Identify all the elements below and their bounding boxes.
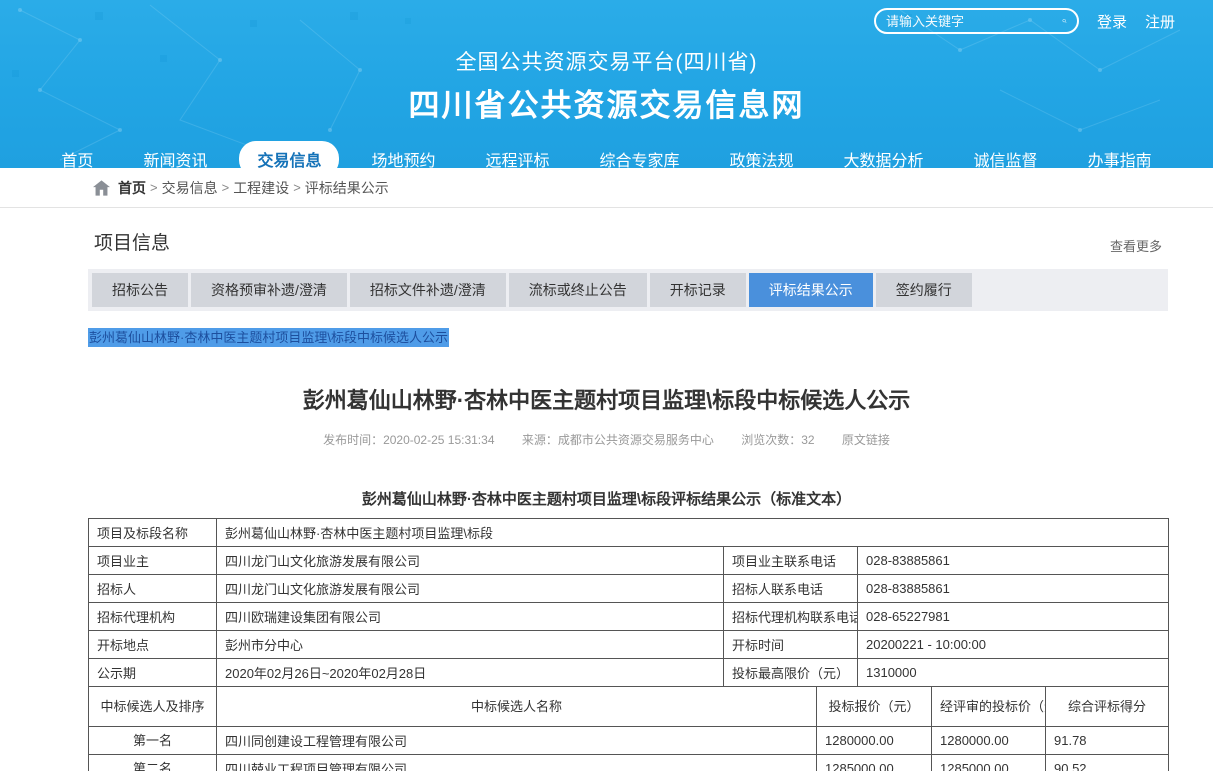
row-label2: 招标代理机构联系电话 [724,603,858,631]
candidate-rank: 第二名 [89,755,217,771]
nav-item-home[interactable]: 首页 [43,141,111,168]
row-label2: 投标最高限价（元） [724,659,858,687]
candidate-header-row: 中标候选人及排序 中标候选人名称 投标报价（元） 经评审的投标价（元） 综合评标… [89,687,1169,727]
article-meta: 发布时间：2020-02-25 15:31:34 来源：成都市公共资源交易服务中… [0,431,1213,448]
tab-bid-announcement[interactable]: 招标公告 [92,273,188,307]
breadcrumb-trade-info[interactable]: 交易信息 [162,178,218,198]
table-row: 招标代理机构 四川欧瑞建设集团有限公司 招标代理机构联系电话 028-65227… [89,603,1169,631]
row-label: 开标地点 [89,631,217,659]
table-row: 项目业主 四川龙门山文化旅游发展有限公司 项目业主联系电话 028-838858… [89,547,1169,575]
row-label: 项目业主 [89,547,217,575]
home-icon[interactable] [93,180,110,196]
project-section-head: 项目信息 查看更多 [88,208,1168,269]
row-value2: 028-83885861 [858,547,1169,575]
nav-item-news[interactable]: 新闻资讯 [125,141,225,168]
result-table-wrap: 项目及标段名称 彭州葛仙山林野·杏林中医主题村项目监理\标段 项目业主 四川龙门… [88,518,1168,771]
nav-item-bigdata[interactable]: 大数据分析 [826,141,942,168]
table-row: 项目及标段名称 彭州葛仙山林野·杏林中医主题村项目监理\标段 [89,519,1169,547]
candidate-reviewed-bid: 1280000.00 [932,727,1046,755]
candidate-rank: 第一名 [89,727,217,755]
breadcrumb-engineering[interactable]: 工程建设 [233,178,289,198]
main-nav: 首页 新闻资讯 交易信息 场地预约 远程评标 综合专家库 政策法规 大数据分析 … [0,141,1213,168]
announcement-link-selected[interactable]: 彭州葛仙山林野·杏林中医主题村项目监理\标段中标候选人公示 [88,328,449,347]
nav-item-venue-booking[interactable]: 场地预约 [353,141,453,168]
breadcrumb-separator: > [293,180,301,195]
view-count: 浏览次数：32 [741,433,814,447]
candidate-score: 90.52 [1046,755,1169,771]
content-area: 项目信息 查看更多 招标公告 资格预审补遗/澄清 招标文件补遗/澄清 流标或终止… [88,208,1168,347]
table-row: 公示期 2020年02月26日~2020年02月28日 投标最高限价（元） 13… [89,659,1169,687]
article-title: 彭州葛仙山林野·杏林中医主题村项目监理\标段中标候选人公示 [0,383,1213,415]
row-value: 彭州葛仙山林野·杏林中医主题村项目监理\标段 [217,519,1169,547]
row-label: 公示期 [89,659,217,687]
breadcrumb-home[interactable]: 首页 [118,178,146,198]
breadcrumb-separator: > [150,180,158,195]
breadcrumb-evaluation-result[interactable]: 评标结果公示 [305,178,389,198]
row-value2: 028-83885861 [858,575,1169,603]
nav-item-policy[interactable]: 政策法规 [712,141,812,168]
row-label2: 招标人联系电话 [724,575,858,603]
candidate-reviewed-bid: 1285000.00 [932,755,1046,771]
search-box[interactable] [874,8,1079,34]
row-label: 招标人 [89,575,217,603]
tab-evaluation-result[interactable]: 评标结果公示 [749,273,873,307]
candidate-name: 四川同创建设工程管理有限公司 [217,727,817,755]
col-header-score: 综合评标得分 [1046,687,1169,727]
row-value: 四川欧瑞建设集团有限公司 [217,603,724,631]
row-label2: 项目业主联系电话 [724,547,858,575]
tab-failed-or-terminated[interactable]: 流标或终止公告 [509,273,647,307]
original-link[interactable]: 原文链接 [842,433,890,447]
nav-item-remote-evaluation[interactable]: 远程评标 [467,141,567,168]
search-icon[interactable] [1062,12,1067,30]
view-more-link[interactable]: 查看更多 [1110,236,1162,255]
nav-item-integrity[interactable]: 诚信监督 [956,141,1056,168]
row-value: 彭州市分中心 [217,631,724,659]
project-tabs: 招标公告 资格预审补遗/澄清 招标文件补遗/澄清 流标或终止公告 开标记录 评标… [88,269,1168,311]
row-value2: 028-65227981 [858,603,1169,631]
tab-bid-document-addendum[interactable]: 招标文件补遗/澄清 [350,273,506,307]
row-value: 四川龙门山文化旅游发展有限公司 [217,575,724,603]
site-header: 登录 注册 全国公共资源交易平台(四川省) 四川省公共资源交易信息网 首页 新闻… [0,0,1213,168]
register-link[interactable]: 注册 [1145,11,1175,32]
nav-item-expert-pool[interactable]: 综合专家库 [582,141,698,168]
row-label: 项目及标段名称 [89,519,217,547]
row-value2: 20200221 - 10:00:00 [858,631,1169,659]
tab-bid-opening-record[interactable]: 开标记录 [650,273,746,307]
tab-prequalification-addendum[interactable]: 资格预审补遗/澄清 [191,273,347,307]
table-row: 招标人 四川龙门山文化旅游发展有限公司 招标人联系电话 028-83885861 [89,575,1169,603]
platform-title: 全国公共资源交易平台(四川省) [0,46,1213,76]
candidate-bid: 1280000.00 [817,727,932,755]
site-title: 四川省公共资源交易信息网 [0,80,1213,125]
row-value2: 1310000 [858,659,1169,687]
announcement-list: 彭州葛仙山林野·杏林中医主题村项目监理\标段中标候选人公示 [88,327,1168,347]
row-value: 四川龙门山文化旅游发展有限公司 [217,547,724,575]
login-link[interactable]: 登录 [1097,11,1127,32]
breadcrumb-separator: > [222,180,230,195]
row-label2: 开标时间 [724,631,858,659]
col-header-rank: 中标候选人及排序 [89,687,217,727]
search-input[interactable] [886,14,1062,29]
col-header-bid: 投标报价（元） [817,687,932,727]
evaluation-result-table: 项目及标段名称 彭州葛仙山林野·杏林中医主题村项目监理\标段 项目业主 四川龙门… [88,518,1169,771]
candidate-row: 第一名 四川同创建设工程管理有限公司 1280000.00 1280000.00… [89,727,1169,755]
col-header-name: 中标候选人名称 [217,687,817,727]
publish-time: 发布时间：2020-02-25 15:31:34 [323,433,494,447]
candidate-name: 四川兢业工程项目管理有限公司 [217,755,817,771]
col-header-reviewed-bid: 经评审的投标价（元） [932,687,1046,727]
source: 来源：成都市公共资源交易服务中心 [522,433,714,447]
page-title: 项目信息 [94,228,170,255]
tab-contract-performance[interactable]: 签约履行 [876,273,972,307]
breadcrumb: 首页 > 交易信息 > 工程建设 > 评标结果公示 [0,168,1213,208]
nav-item-service-guide[interactable]: 办事指南 [1070,141,1170,168]
candidate-score: 91.78 [1046,727,1169,755]
candidate-row: 第二名 四川兢业工程项目管理有限公司 1285000.00 1285000.00… [89,755,1169,771]
table-row: 开标地点 彭州市分中心 开标时间 20200221 - 10:00:00 [89,631,1169,659]
row-label: 招标代理机构 [89,603,217,631]
result-table-caption: 彭州葛仙山林野·杏林中医主题村项目监理\标段评标结果公示（标准文本） [0,488,1213,509]
candidate-bid: 1285000.00 [817,755,932,771]
nav-item-trade-info[interactable]: 交易信息 [239,141,339,168]
header-topbar: 登录 注册 [874,8,1175,34]
row-value: 2020年02月26日~2020年02月28日 [217,659,724,687]
